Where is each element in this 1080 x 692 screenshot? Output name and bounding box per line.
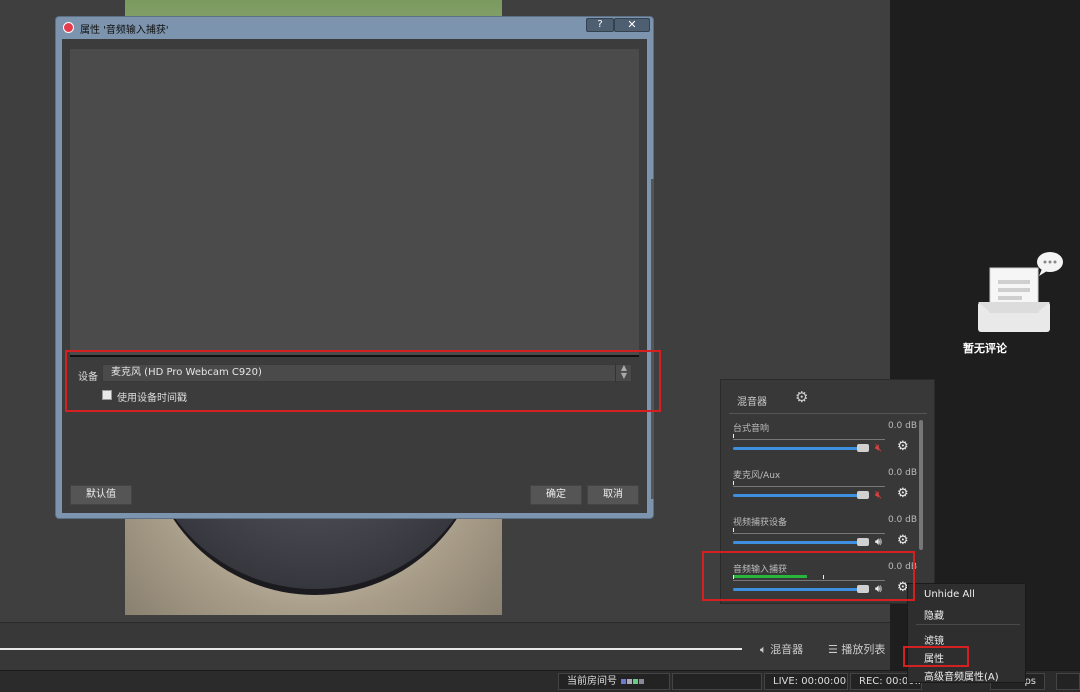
volume-slider-handle[interactable] bbox=[857, 444, 869, 452]
volume-slider[interactable] bbox=[733, 541, 859, 544]
volume-slider[interactable] bbox=[733, 494, 859, 497]
channel-gear-icon[interactable]: ⚙ bbox=[897, 534, 911, 548]
dock-tab-mixer-label: 混音器 bbox=[770, 643, 804, 656]
dock-tab-mixer[interactable]: 🔈︎ 混音器 bbox=[760, 641, 803, 657]
muted-speaker-icon[interactable]: 🔇︎ bbox=[875, 488, 891, 502]
mixer-header: 混音器 ⚙ bbox=[729, 388, 927, 414]
channel-level-meter bbox=[733, 434, 885, 438]
highlight-audio-input-channel bbox=[702, 551, 915, 601]
room-number-status: 当前房间号 bbox=[558, 673, 670, 690]
mixer-settings-gear-icon[interactable]: ⚙ bbox=[795, 389, 811, 405]
channel-db: 0.0 dB bbox=[887, 421, 917, 431]
highlight-properties-item bbox=[903, 646, 969, 667]
channel-level-meter bbox=[733, 481, 885, 485]
properties-dialog: 属性 '音频输入捕获' ? ✕ 设备 麦克风 (HD Pro Webcam C9… bbox=[55, 16, 654, 519]
mixer-channel: 台式音响 0.0 dB 🔇︎ ⚙ bbox=[731, 421, 917, 466]
close-button[interactable]: ✕ bbox=[614, 18, 650, 32]
mixer-context-menu: Unhide All 隐藏 滤镜 属性 高级音频属性(A) bbox=[907, 583, 1026, 683]
help-button[interactable]: ? bbox=[586, 18, 614, 32]
channel-db: 0.0 dB bbox=[887, 515, 917, 525]
speaker-icon: 🔈︎ bbox=[760, 643, 767, 656]
volume-slider-handle[interactable] bbox=[857, 538, 869, 546]
dialog-titlebar[interactable]: 属性 '音频输入捕获' ? ✕ bbox=[56, 17, 653, 39]
mixer-title: 混音器 bbox=[737, 397, 767, 408]
status-field-blank bbox=[672, 673, 762, 690]
pixelation-icon bbox=[621, 678, 627, 684]
menu-item-advanced-audio[interactable]: 高级音频属性(A) bbox=[924, 668, 999, 683]
source-preview bbox=[70, 49, 639, 355]
channel-divider bbox=[733, 439, 885, 440]
live-status: LIVE: 00:00:00 bbox=[764, 673, 848, 690]
dialog-body: 设备 麦克风 (HD Pro Webcam C920) ▲ ▼ 使用设备时间戳 默… bbox=[62, 39, 654, 513]
channel-db: 0.0 dB bbox=[887, 468, 917, 478]
channel-level-meter bbox=[733, 528, 885, 532]
mixer-scrollbar[interactable] bbox=[919, 420, 923, 550]
empty-comment-icon bbox=[978, 252, 1063, 332]
channel-name: 视频捕获设备 bbox=[733, 518, 788, 528]
dock-tab-playlist[interactable]: ☰ 播放列表 bbox=[828, 641, 885, 657]
dock-bar bbox=[0, 622, 890, 670]
list-icon: ☰ bbox=[828, 643, 838, 656]
status-field-end bbox=[1056, 673, 1080, 690]
volume-slider-handle[interactable] bbox=[857, 491, 869, 499]
app-logo-icon bbox=[63, 22, 74, 33]
menu-item-hide[interactable]: 隐藏 bbox=[924, 607, 944, 622]
ok-button[interactable]: 确定 bbox=[530, 485, 582, 505]
speaker-icon[interactable]: 🔊︎ bbox=[875, 535, 891, 549]
dialog-title: 属性 '音频输入捕获' bbox=[80, 25, 169, 36]
room-number-label: 当前房间号 bbox=[567, 676, 617, 687]
cancel-button[interactable]: 取消 bbox=[587, 485, 639, 505]
channel-gear-icon[interactable]: ⚙ bbox=[897, 487, 911, 501]
muted-speaker-icon[interactable]: 🔇︎ bbox=[875, 441, 891, 455]
channel-divider bbox=[733, 486, 885, 487]
channel-gear-icon[interactable]: ⚙ bbox=[897, 440, 911, 454]
volume-slider[interactable] bbox=[733, 447, 859, 450]
dock-tab-playlist-label: 播放列表 bbox=[841, 643, 886, 656]
empty-comment-text: 暂无评论 bbox=[963, 342, 1007, 355]
channel-divider bbox=[733, 533, 885, 534]
menu-item-filters[interactable]: 滤镜 bbox=[924, 632, 944, 647]
channel-name: 台式音响 bbox=[733, 424, 770, 434]
mixer-channel: 麦克风/Aux 0.0 dB 🔇︎ ⚙ bbox=[731, 468, 917, 513]
highlight-device-settings bbox=[65, 350, 661, 412]
menu-item-unhide-all[interactable]: Unhide All bbox=[924, 589, 975, 600]
timeline-bar[interactable] bbox=[0, 648, 742, 650]
menu-separator bbox=[916, 624, 1020, 625]
dialog-scrollbar[interactable] bbox=[651, 179, 654, 499]
channel-name: 麦克风/Aux bbox=[733, 471, 781, 481]
defaults-button[interactable]: 默认值 bbox=[70, 485, 132, 505]
